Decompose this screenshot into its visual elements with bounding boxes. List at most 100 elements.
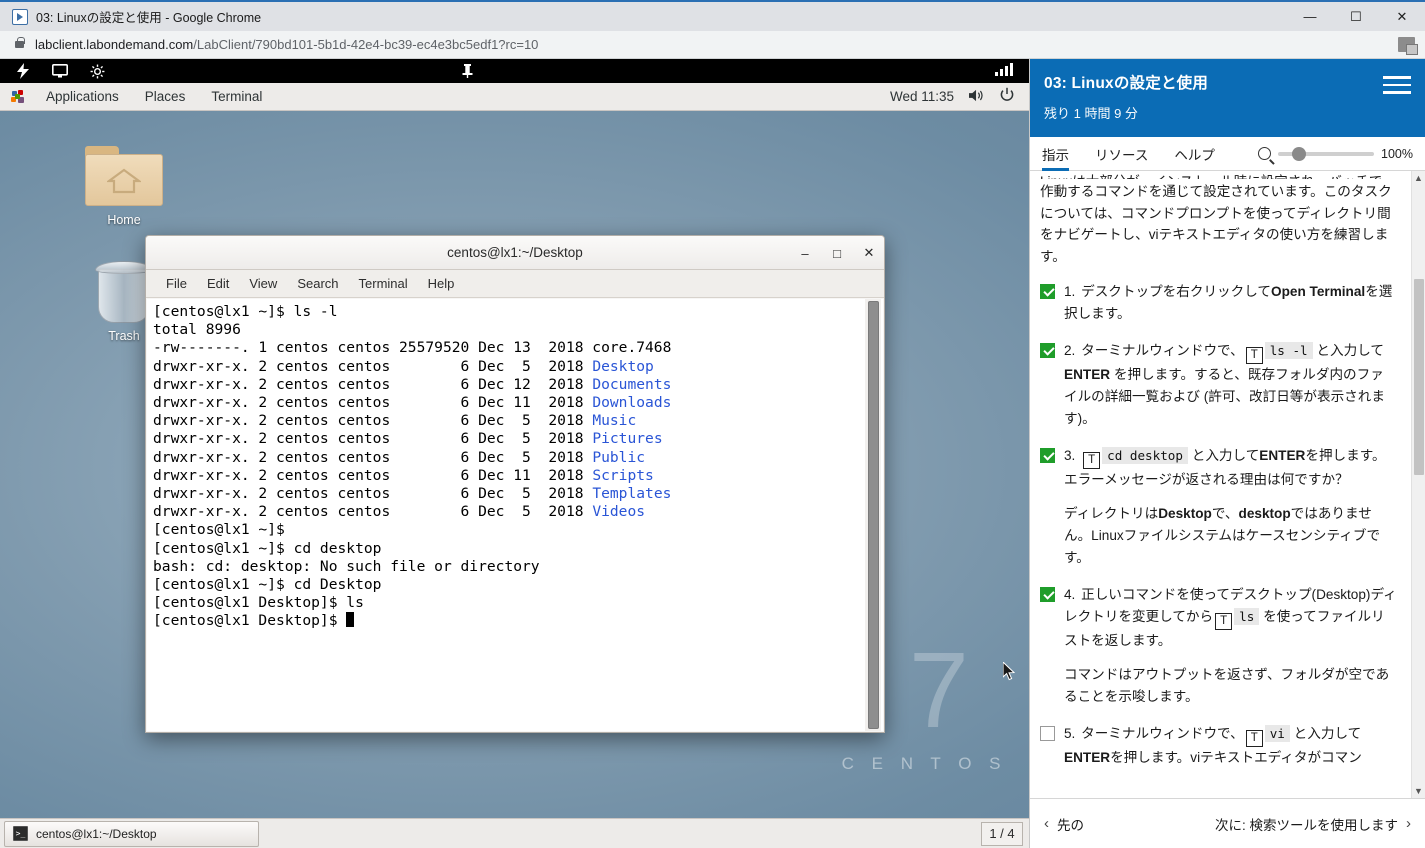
gnome-applications-menu[interactable]: Applications [33, 89, 132, 104]
browser-maximize-button[interactable]: ☐ [1333, 1, 1379, 32]
browser-minimize-button[interactable]: — [1287, 1, 1333, 32]
chevron-right-icon: › [1406, 815, 1411, 832]
terminal-line: drwxr-xr-x. 2 centos centos 6 Dec 12 201… [153, 376, 877, 394]
step-text-run: ターミナルウィンドウで、 [1081, 726, 1244, 741]
lab-panel-header: 03: Linuxの設定と使用 残り 1 時間 9 分 [1030, 59, 1425, 137]
type-text-icon[interactable]: T [1246, 730, 1263, 747]
type-text-icon[interactable]: T [1083, 452, 1100, 469]
terminal-minimize-button[interactable]: – [798, 246, 812, 261]
step-checkbox-checked[interactable] [1040, 284, 1055, 299]
gnome-window-menu[interactable]: Terminal [198, 89, 275, 104]
inline-command: ls [1234, 608, 1259, 625]
extension-icon[interactable] [1398, 37, 1415, 52]
terminal-window[interactable]: centos@lx1:~/Desktop – □ ✕ File Edit Vie… [145, 235, 885, 733]
terminal-line: drwxr-xr-x. 2 centos centos 6 Dec 5 2018… [153, 485, 877, 503]
emphasis-text: ENTER [1064, 750, 1110, 765]
lab-step-content: 2. ターミナルウィンドウで、Tls -l と入力してENTER を押します。す… [1064, 340, 1397, 430]
terminal-line-prefix: drwxr-xr-x. 2 centos centos 6 Dec 11 201… [153, 394, 592, 411]
type-text-icon[interactable]: T [1246, 347, 1263, 364]
next-button[interactable]: 次に: 検索ツールを使用します › [1215, 814, 1411, 834]
magnifier-icon[interactable] [1258, 147, 1271, 160]
terminal-line: bash: cd: desktop: No such file or direc… [153, 558, 877, 576]
lab-step-content: 1. デスクトップを右クリックしてOpen Terminalを選択します。 [1064, 281, 1397, 325]
step-text-run: ターミナルウィンドウで、 [1081, 343, 1244, 358]
signal-bars-icon [995, 63, 1013, 76]
lab-step-body: 2. ターミナルウィンドウで、Tls -l と入力してENTER を押します。す… [1064, 340, 1397, 430]
step-checkbox-checked[interactable] [1040, 587, 1055, 602]
tab-resources[interactable]: リソース [1095, 137, 1162, 171]
lab-step-body: 5. ターミナルウィンドウで、Tvi と入力してENTERを押します。viテキス… [1064, 723, 1397, 769]
lock-icon [15, 41, 24, 48]
zoom-control: 100% [1258, 147, 1413, 161]
terminal-menu-terminal[interactable]: Terminal [349, 276, 418, 291]
step-checkbox-checked[interactable] [1040, 448, 1055, 463]
caret-up-icon[interactable]: ▲ [1412, 171, 1425, 185]
terminal-directory-name: Pictures [592, 430, 662, 447]
lab-step-content: 5. ターミナルウィンドウで、Tvi と入力してENTERを押します。viテキス… [1064, 723, 1397, 769]
pin-icon[interactable] [462, 64, 473, 83]
terminal-line-prefix: drwxr-xr-x. 2 centos centos 6 Dec 5 2018 [153, 485, 592, 502]
terminal-directory-name: Scripts [592, 467, 654, 484]
tab-help[interactable]: ヘルプ [1174, 137, 1229, 171]
terminal-line: -rw-------. 1 centos centos 25579520 Dec… [153, 339, 877, 357]
terminal-maximize-button[interactable]: □ [830, 246, 844, 261]
step-checkbox-checked[interactable] [1040, 343, 1055, 358]
terminal-scrollbar-thumb[interactable] [868, 301, 879, 729]
lab-title: 03: Linuxの設定と使用 [1044, 71, 1411, 93]
terminal-scrollbar[interactable] [865, 299, 881, 731]
taskbar-window-label: centos@lx1:~/Desktop [36, 827, 157, 841]
terminal-body[interactable]: [centos@lx1 ~]$ ls -ltotal 8996-rw------… [147, 299, 883, 731]
step-text-run: デスクトップを右クリックして [1081, 284, 1271, 299]
lab-instructions-scroll[interactable]: Linuxは大部分が、インストール時に設定され、バッチで、 作動するコマンドを通… [1030, 171, 1411, 798]
terminal-line-prefix: drwxr-xr-x. 2 centos centos 6 Dec 5 2018 [153, 412, 592, 429]
lab-step-body: 4. 正しいコマンドを使ってデスクトップ(Desktop)ディレクトリを変更して… [1064, 584, 1397, 652]
terminal-menu-help[interactable]: Help [418, 276, 465, 291]
step-number: 4. [1064, 587, 1079, 602]
caret-down-icon[interactable]: ▼ [1412, 784, 1425, 798]
lab-step-content: 3. Tcd desktop と入力してENTERを押します。エラーメッセージが… [1064, 445, 1397, 569]
power-bolt-icon[interactable] [16, 63, 30, 79]
gnome-status-area: Wed 11:35 [890, 87, 1015, 106]
step-checkbox-unchecked[interactable] [1040, 726, 1055, 741]
terminal-output[interactable]: [centos@lx1 ~]$ ls -ltotal 8996-rw------… [147, 299, 883, 631]
vm-viewport: Applications Places Terminal Wed 11:35 7… [0, 59, 1029, 848]
gear-icon[interactable] [90, 64, 105, 79]
tab-instructions[interactable]: 指示 [1042, 137, 1083, 171]
terminal-line-prefix: drwxr-xr-x. 2 centos centos 6 Dec 11 201… [153, 467, 592, 484]
lab-panel-scrollbar-thumb[interactable] [1414, 279, 1424, 475]
terminal-menu-edit[interactable]: Edit [197, 276, 239, 291]
lab-panel-body: Linuxは大部分が、インストール時に設定され、バッチで、 作動するコマンドを通… [1030, 171, 1425, 798]
terminal-menu-file[interactable]: File [156, 276, 197, 291]
terminal-line-text: [centos@lx1 Desktop]$ ls [153, 594, 364, 611]
lab-step-answer: ディレクトリはDesktopで、desktopではありません。Linuxファイル… [1064, 503, 1397, 569]
type-text-icon[interactable]: T [1215, 613, 1232, 630]
zoom-slider[interactable] [1278, 152, 1374, 156]
power-icon[interactable] [999, 87, 1015, 106]
hamburger-menu-icon[interactable] [1383, 76, 1411, 99]
terminal-menu-search[interactable]: Search [287, 276, 348, 291]
terminal-line: drwxr-xr-x. 2 centos centos 6 Dec 5 2018… [153, 503, 877, 521]
gnome-places-menu[interactable]: Places [132, 89, 199, 104]
lab-step: 5. ターミナルウィンドウで、Tvi と入力してENTERを押します。viテキス… [1040, 723, 1397, 769]
volume-icon[interactable] [968, 88, 985, 106]
terminal-close-button[interactable]: ✕ [862, 245, 876, 261]
terminal-menu-view[interactable]: View [239, 276, 287, 291]
lab-panel-footer: ‹ 先の 次に: 検索ツールを使用します › [1030, 798, 1425, 848]
lab-step: 2. ターミナルウィンドウで、Tls -l と入力してENTER を押します。す… [1040, 340, 1397, 430]
terminal-icon: >_ [13, 826, 28, 841]
gnome-clock[interactable]: Wed 11:35 [890, 89, 954, 104]
desktop-icon-home[interactable]: Home [76, 139, 172, 227]
terminal-line: drwxr-xr-x. 2 centos centos 6 Dec 11 201… [153, 394, 877, 412]
browser-address-bar[interactable]: labclient.labondemand.com/LabClient/790b… [0, 31, 1425, 59]
terminal-line-text: bash: cd: desktop: No such file or direc… [153, 558, 540, 575]
step-number: 3. [1064, 448, 1079, 463]
taskbar-window-button[interactable]: >_ centos@lx1:~/Desktop [4, 821, 259, 847]
zoom-slider-knob[interactable] [1292, 147, 1306, 161]
lab-step: 3. Tcd desktop と入力してENTERを押します。エラーメッセージが… [1040, 445, 1397, 569]
browser-close-button[interactable]: ✕ [1379, 1, 1425, 32]
lab-panel-scrollbar[interactable]: ▲ ▼ [1411, 171, 1425, 798]
workspace-indicator[interactable]: 1 / 4 [981, 822, 1023, 846]
previous-label: 先の [1057, 814, 1084, 834]
monitor-icon[interactable] [52, 64, 68, 78]
previous-button[interactable]: ‹ 先の [1044, 814, 1084, 834]
